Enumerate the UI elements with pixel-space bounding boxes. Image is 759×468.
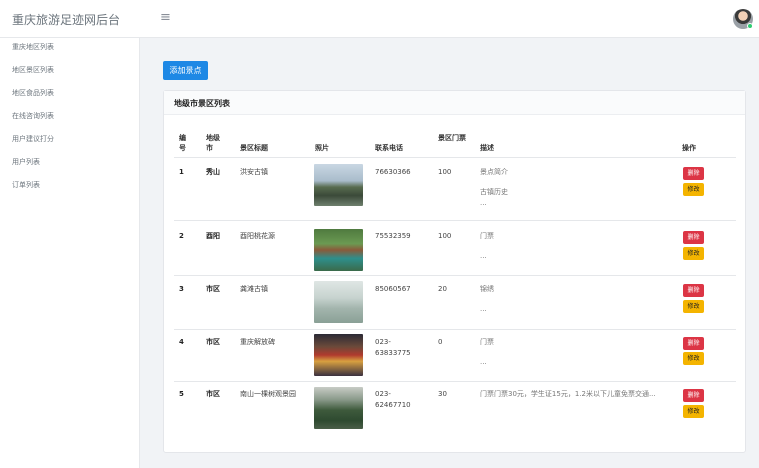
row-id: 4 — [179, 338, 184, 346]
row-desc-line2: ... — [480, 305, 487, 313]
edit-button[interactable]: 修改 — [683, 247, 704, 260]
row-city: 秀山 — [206, 168, 220, 176]
row-city: 市区 — [206, 338, 220, 346]
row-divider — [174, 329, 736, 330]
scenic-photo — [314, 281, 363, 323]
sidebar-item-users[interactable]: 用户列表 — [12, 157, 40, 167]
add-scenic-button[interactable]: 添加景点 — [163, 61, 208, 80]
row-desc-line2: ... — [480, 358, 487, 366]
row-id: 5 — [179, 390, 184, 398]
row-desc-line1: 景点简介 — [480, 168, 508, 176]
row-divider — [174, 275, 736, 276]
col-header-city: 地级市 — [206, 134, 220, 152]
edit-button[interactable]: 修改 — [683, 352, 704, 365]
sidebar-item-region-scenic[interactable]: 地区景区列表 — [12, 65, 54, 75]
row-ticket: 100 — [438, 168, 452, 176]
delete-button[interactable]: 删除 — [683, 231, 704, 244]
row-name: 龚滩古镇 — [240, 285, 268, 293]
row-desc-line2: ... — [480, 252, 487, 260]
row-desc-line3: ... — [480, 199, 487, 207]
online-status-dot — [747, 23, 753, 29]
edit-button[interactable]: 修改 — [683, 183, 704, 196]
row-ticket: 20 — [438, 285, 447, 293]
app-title[interactable]: 重庆旅游足迹网后台 — [12, 11, 120, 28]
top-navbar: 重庆旅游足迹网后台 ≡ — [0, 0, 759, 38]
col-header-desc: 描述 — [480, 144, 494, 152]
row-id: 1 — [179, 168, 184, 176]
sidebar-item-orders[interactable]: 订单列表 — [12, 180, 40, 190]
row-name: 重庆解放碑 — [240, 338, 275, 346]
row-divider — [174, 220, 736, 221]
card-title: 地级市景区列表 — [174, 99, 230, 108]
row-phone: 023-63833775 — [375, 338, 411, 357]
row-phone: 85060567 — [375, 285, 411, 293]
edit-button[interactable]: 修改 — [683, 405, 704, 418]
row-desc-line1: 门票 — [480, 338, 494, 346]
delete-button[interactable]: 删除 — [683, 167, 704, 180]
delete-button[interactable]: 删除 — [683, 337, 704, 350]
scenic-photo — [314, 387, 363, 429]
row-ticket: 0 — [438, 338, 443, 346]
col-header-name: 景区标题 — [240, 144, 268, 152]
row-phone: 76630366 — [375, 168, 411, 176]
row-phone: 75532359 — [375, 232, 411, 240]
delete-button[interactable]: 删除 — [683, 284, 704, 297]
sidebar-item-user-feedback[interactable]: 用户建议打分 — [12, 134, 54, 144]
col-header-ops: 操作 — [682, 144, 696, 152]
row-id: 3 — [179, 285, 184, 293]
col-header-ticket: 景区门票 — [438, 134, 466, 142]
hamburger-icon[interactable]: ≡ — [160, 10, 171, 25]
col-header-photo: 照片 — [315, 144, 329, 152]
row-desc-line1: 门票门票30元，学生证15元，1.2米以下儿童免票交通... — [480, 390, 656, 398]
scenic-photo — [314, 229, 363, 271]
scenic-photo — [314, 164, 363, 206]
sidebar-item-chongqing-regions[interactable]: 重庆地区列表 — [12, 42, 54, 52]
card-header: 地级市景区列表 — [164, 91, 745, 115]
delete-button[interactable]: 删除 — [683, 389, 704, 402]
row-city: 市区 — [206, 285, 220, 293]
sidebar-item-online-consult[interactable]: 在线咨询列表 — [12, 111, 54, 121]
row-city: 市区 — [206, 390, 220, 398]
row-desc-line1: 门票 — [480, 232, 494, 240]
row-name: 南山一棵树观景园 — [240, 390, 296, 398]
col-header-phone: 联系电话 — [375, 144, 403, 152]
scenic-photo — [314, 334, 363, 376]
sidebar-item-region-food[interactable]: 地区食品列表 — [12, 88, 54, 98]
header-divider — [174, 157, 736, 158]
row-id: 2 — [179, 232, 184, 240]
edit-button[interactable]: 修改 — [683, 300, 704, 313]
row-city: 酉阳 — [206, 232, 220, 240]
row-desc-line1: 锦绣 — [480, 285, 494, 293]
row-ticket: 100 — [438, 232, 452, 240]
row-name: 酉阳桃花源 — [240, 232, 275, 240]
row-divider — [174, 381, 736, 382]
row-ticket: 30 — [438, 390, 447, 398]
row-desc-line2: 古镇历史 — [480, 188, 508, 196]
sidebar — [0, 38, 140, 468]
row-phone: 023-62467710 — [375, 390, 411, 409]
row-name: 洪安古镇 — [240, 168, 268, 176]
col-header-id: 编号 — [179, 134, 186, 152]
